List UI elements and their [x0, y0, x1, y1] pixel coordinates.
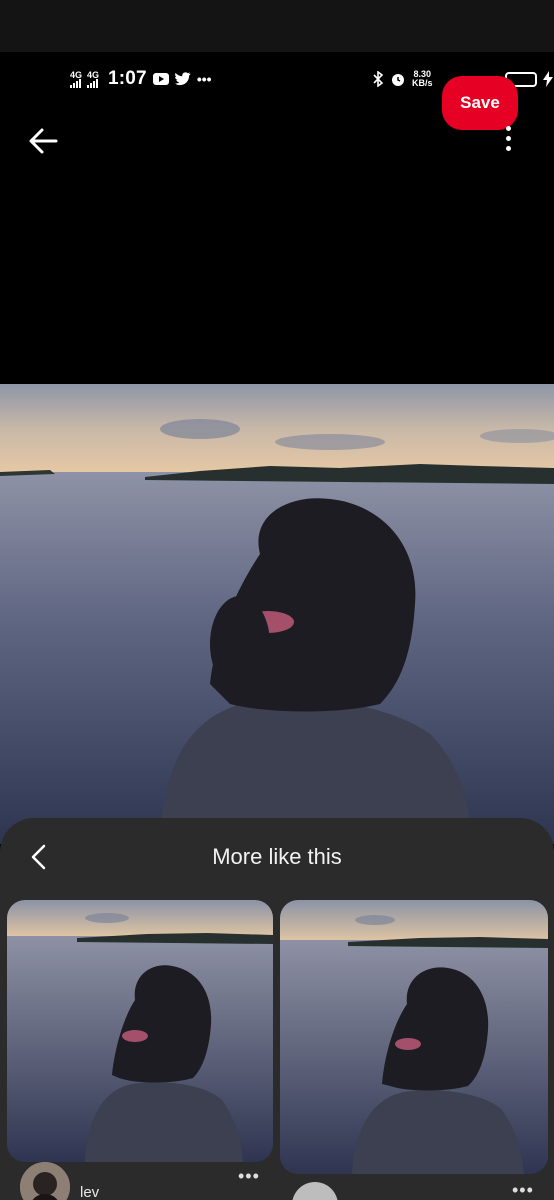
signal-bars-icon — [87, 79, 98, 88]
related-pin-card[interactable] — [280, 900, 548, 1174]
speed-unit: KB/s — [412, 78, 433, 88]
top-bezel — [0, 0, 554, 52]
signal-bars-icon — [70, 79, 81, 88]
network-label-2: 4G — [87, 70, 100, 80]
more-like-this-sheet: More like this lev ••• ••• — [0, 818, 554, 1200]
status-left: 4G 4G 1:07 ••• — [70, 68, 212, 90]
arrow-left-icon — [29, 128, 58, 154]
vertical-ellipsis-icon — [505, 126, 511, 131]
network-speed: 8.30 KB/s — [412, 70, 433, 88]
pin-image[interactable] — [0, 384, 554, 844]
card-more-options-button[interactable]: ••• — [238, 1166, 260, 1187]
network-label-1: 4G — [70, 70, 83, 80]
related-pin-card[interactable] — [7, 900, 273, 1162]
card-more-options-button[interactable]: ••• — [512, 1180, 534, 1200]
save-button[interactable]: Save — [442, 76, 518, 130]
avatar[interactable] — [20, 1162, 70, 1200]
more-notifications-icon: ••• — [196, 71, 212, 87]
network-signal-2: 4G — [87, 70, 100, 88]
alarm-icon — [392, 74, 404, 86]
charging-icon — [542, 71, 553, 87]
avatar[interactable] — [292, 1182, 338, 1200]
bluetooth-icon — [373, 71, 384, 87]
sheet-title: More like this — [212, 844, 342, 869]
more-options-button[interactable] — [498, 126, 518, 156]
network-signal-1: 4G — [70, 70, 83, 88]
youtube-icon — [152, 73, 169, 85]
pin-username[interactable]: lev — [80, 1184, 99, 1200]
back-button[interactable] — [26, 124, 62, 158]
twitter-icon — [174, 72, 191, 86]
clock: 1:07 — [108, 68, 147, 89]
